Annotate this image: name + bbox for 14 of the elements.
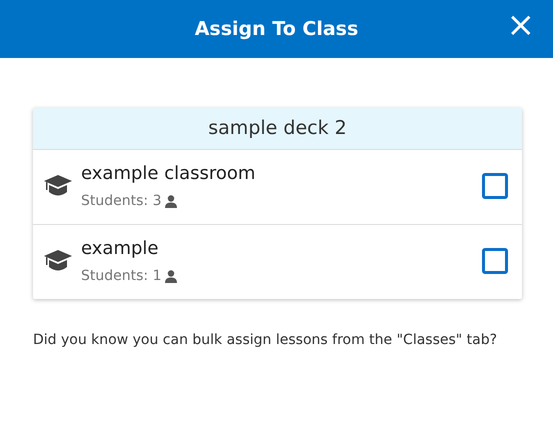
dialog-title: Assign To Class — [194, 16, 358, 42]
class-checkbox[interactable] — [482, 248, 508, 274]
person-icon — [165, 194, 178, 208]
close-button[interactable]: × — [502, 8, 539, 42]
class-name: example — [81, 236, 160, 260]
student-count: Students: 3 — [81, 192, 162, 210]
deck-title: sample deck 2 — [33, 108, 522, 150]
tip-text: Did you know you can bulk assign lessons from the "Classes" tab? — [33, 330, 498, 350]
person-icon — [165, 270, 178, 282]
graduation-cap-icon — [43, 248, 73, 274]
class-checkbox[interactable] — [482, 172, 508, 198]
class-name: example classroom — [81, 162, 256, 186]
student-count: Students: 1 — [81, 266, 162, 286]
graduation-cap-icon — [43, 172, 73, 198]
